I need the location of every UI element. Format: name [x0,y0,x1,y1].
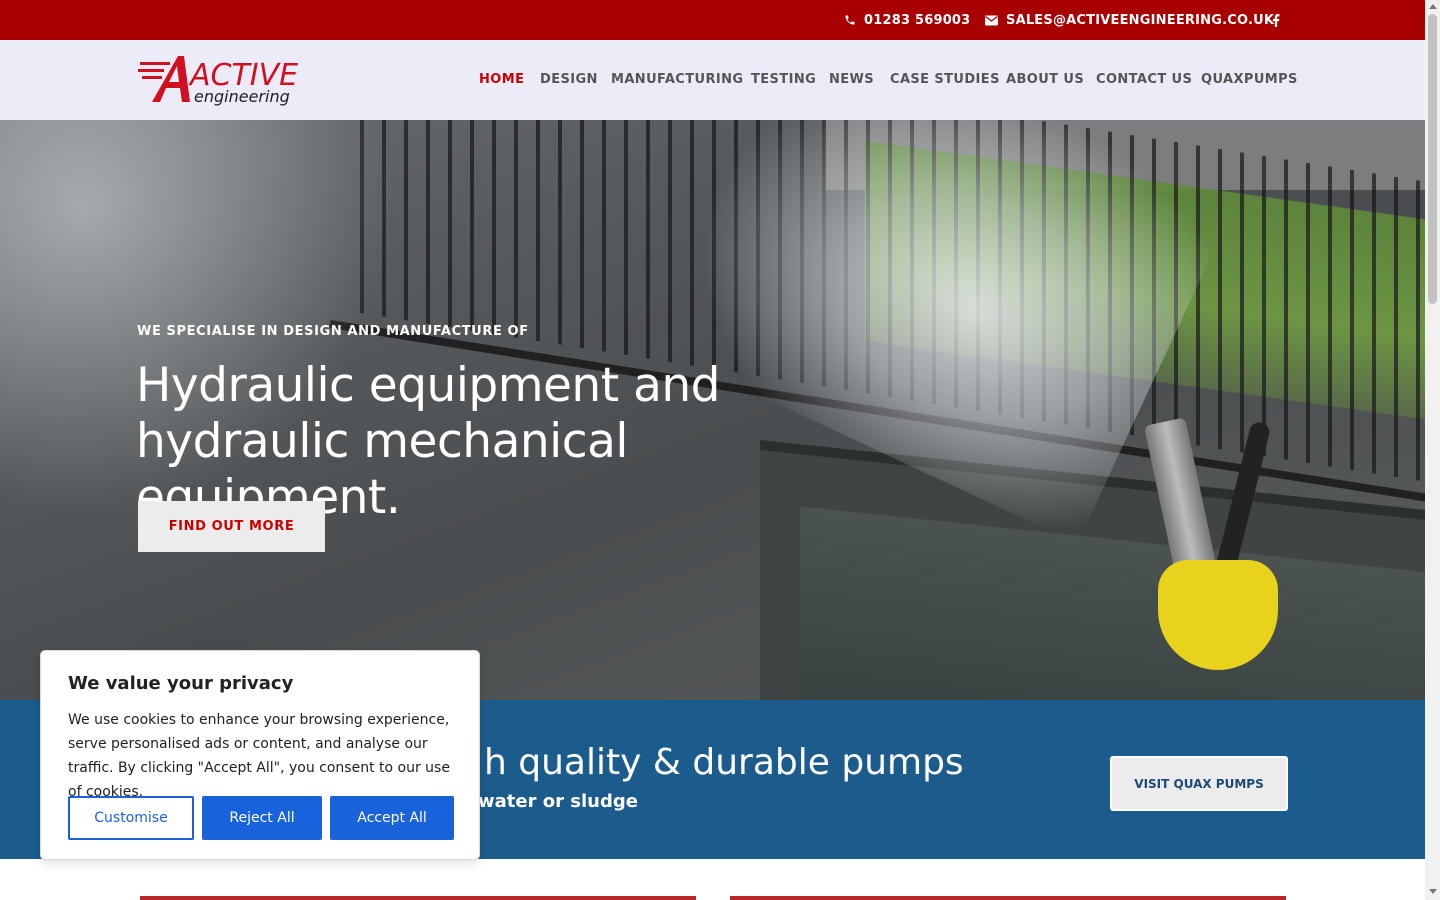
card-preview-right [730,896,1286,900]
reject-all-button[interactable]: Reject All [202,796,322,840]
nav-item-case-studies[interactable]: CASE STUDIES [890,72,1000,87]
logo-word-bottom: engineering [194,87,290,106]
hero-title-line-1: Hydraulic equipment and [136,358,721,413]
card-preview-left [140,896,696,900]
site-logo[interactable]: ACTIVE engineering [138,52,314,108]
cookie-consent-dialog: We value your privacy We use cookies to … [40,650,480,860]
visit-quax-pumps-button[interactable]: VISIT QUAX PUMPS [1110,756,1288,811]
cookie-message: We use cookies to enhance your browsing … [68,712,450,800]
nav-item-quaxpumps[interactable]: QUAXPUMPS [1201,72,1298,87]
pumps-promo-subtitle: water or sludge [478,791,638,812]
nav-item-testing[interactable]: TESTING [751,72,816,87]
scrollbar-thumb[interactable] [1428,14,1437,304]
scroll-up-arrow-icon[interactable] [1429,4,1437,9]
nav-item-about-us[interactable]: ABOUT US [1006,72,1084,87]
top-bar: 01283 569003 SALES@ACTIVEENGINEERING.CO.… [0,0,1425,40]
page-scrollbar[interactable] [1425,0,1440,900]
customise-button[interactable]: Customise [68,796,194,840]
nav-item-home[interactable]: HOME [479,72,524,87]
nav-item-contact-us[interactable]: CONTACT US [1096,72,1192,87]
active-engineering-logo: ACTIVE engineering [138,56,298,106]
email-address: SALES@ACTIVEENGINEERING.CO.UK [1006,12,1275,28]
find-out-more-button[interactable]: FIND OUT MORE [138,501,325,552]
envelope-icon [985,15,998,25]
scroll-down-arrow-icon[interactable] [1429,889,1437,894]
accept-all-button[interactable]: Accept All [330,796,454,840]
email-link[interactable]: SALES@ACTIVEENGINEERING.CO.UK [985,0,1274,40]
nav-item-news[interactable]: NEWS [829,72,874,87]
hero-subtitle: WE SPECIALISE IN DESIGN AND MANUFACTURE … [137,324,529,339]
phone-icon [845,15,855,25]
phone-number: 01283 569003 [864,12,971,28]
nav-item-manufacturing[interactable]: MANUFACTURING [611,72,743,87]
facebook-link[interactable] [1272,0,1288,40]
pumps-promo-title: h quality & durable pumps [484,742,964,783]
nav-item-design[interactable]: DESIGN [540,72,598,87]
phone-link[interactable]: 01283 569003 [844,0,970,40]
cookie-title: We value your privacy [68,673,294,694]
facebook-icon [1272,13,1280,27]
